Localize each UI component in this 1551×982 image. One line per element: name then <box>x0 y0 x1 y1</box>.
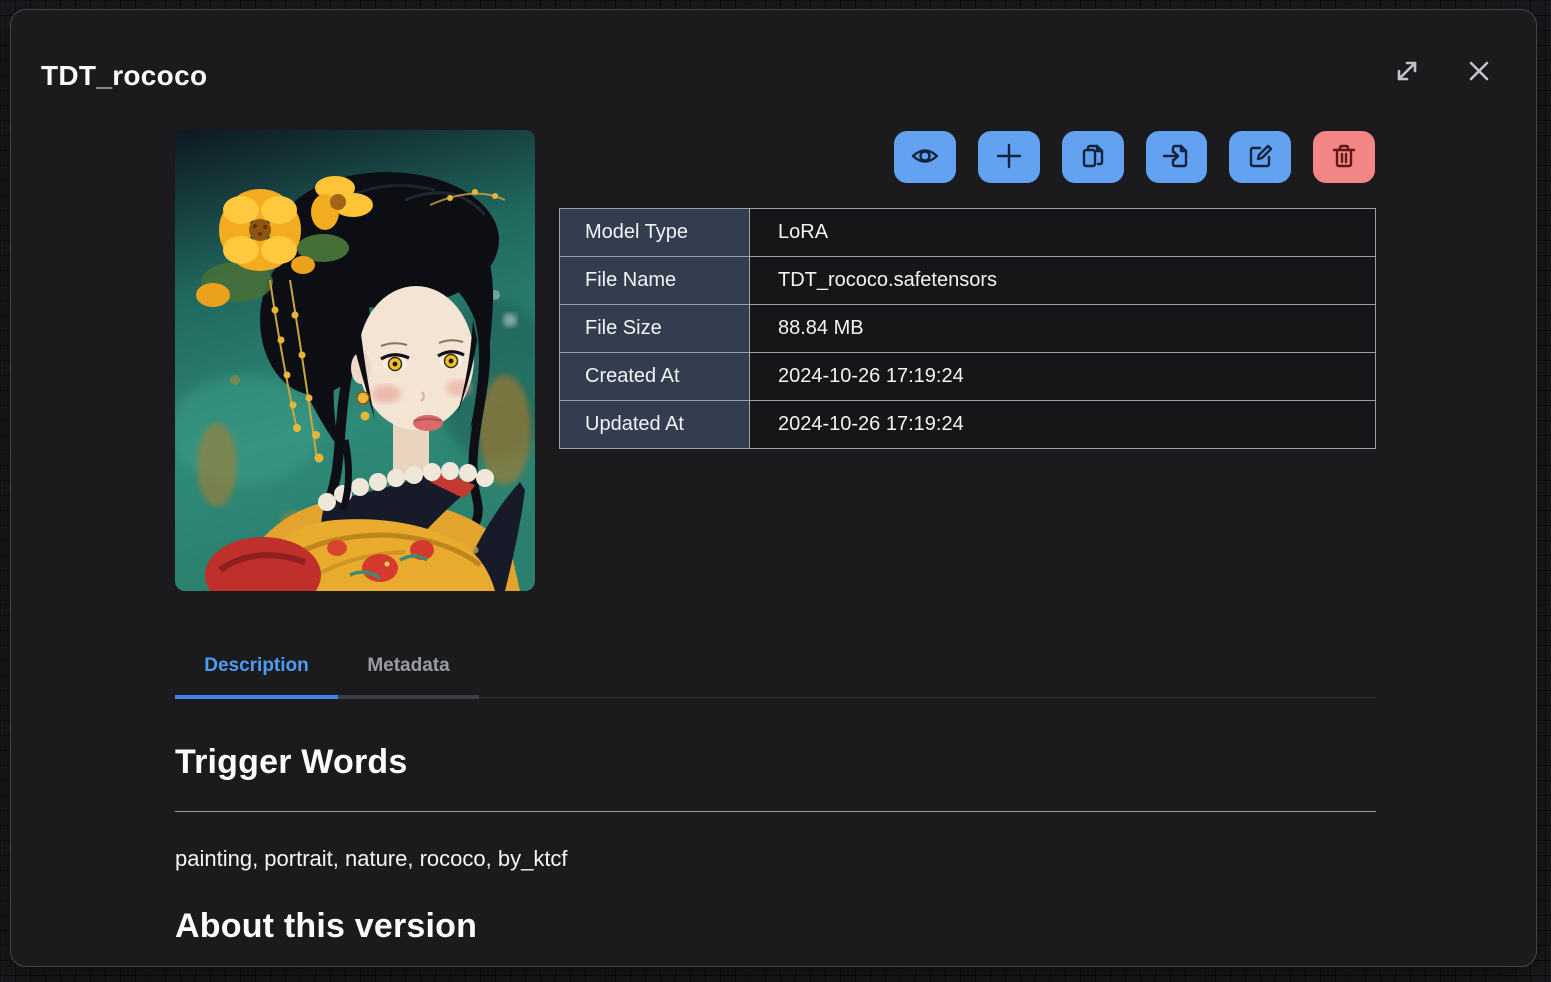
copy-button[interactable] <box>1062 131 1124 183</box>
row-value: 2024-10-26 17:19:24 <box>750 353 1376 401</box>
row-label: File Size <box>560 305 750 353</box>
table-row: File Name TDT_rococo.safetensors <box>560 257 1376 305</box>
preview-button[interactable] <box>894 131 956 183</box>
model-info-table: Model Type LoRA File Name TDT_rococo.saf… <box>559 208 1376 449</box>
row-label: Model Type <box>560 209 750 257</box>
table-row: File Size 88.84 MB <box>560 305 1376 353</box>
edit-button[interactable] <box>1229 131 1291 183</box>
tab-description[interactable]: Description <box>175 636 338 699</box>
table-row: Model Type LoRA <box>560 209 1376 257</box>
action-buttons <box>894 131 1375 183</box>
table-row: Updated At 2024-10-26 17:19:24 <box>560 401 1376 449</box>
detail-tabs: Description Metadata <box>175 636 1376 699</box>
dialog-title: TDT_rococo <box>41 60 207 92</box>
close-icon <box>1465 57 1493 88</box>
tab-metadata[interactable]: Metadata <box>338 636 479 699</box>
row-label: Created At <box>560 353 750 401</box>
row-value: TDT_rococo.safetensors <box>750 257 1376 305</box>
row-label: File Name <box>560 257 750 305</box>
about-version-heading: About this version <box>175 907 477 946</box>
load-button[interactable] <box>1146 131 1208 183</box>
row-value: 2024-10-26 17:19:24 <box>750 401 1376 449</box>
row-label: Updated At <box>560 401 750 449</box>
plus-icon <box>994 141 1024 174</box>
trigger-words-text: painting, portrait, nature, rococo, by_k… <box>175 846 568 872</box>
trash-icon <box>1329 141 1359 174</box>
trigger-words-heading: Trigger Words <box>175 743 407 782</box>
model-preview-image <box>175 130 535 591</box>
section-divider <box>175 811 1376 812</box>
file-import-icon <box>1161 141 1191 174</box>
edit-icon <box>1245 141 1275 174</box>
copy-icon <box>1078 141 1108 174</box>
row-value: 88.84 MB <box>750 305 1376 353</box>
add-button[interactable] <box>978 131 1040 183</box>
eye-icon <box>910 141 940 174</box>
model-detail-dialog: TDT_rococo <box>10 9 1537 967</box>
expand-button[interactable] <box>1389 54 1425 90</box>
table-row: Created At 2024-10-26 17:19:24 <box>560 353 1376 401</box>
row-value: LoRA <box>750 209 1376 257</box>
close-button[interactable] <box>1461 54 1497 90</box>
expand-icon <box>1393 57 1421 88</box>
delete-button[interactable] <box>1313 131 1375 183</box>
